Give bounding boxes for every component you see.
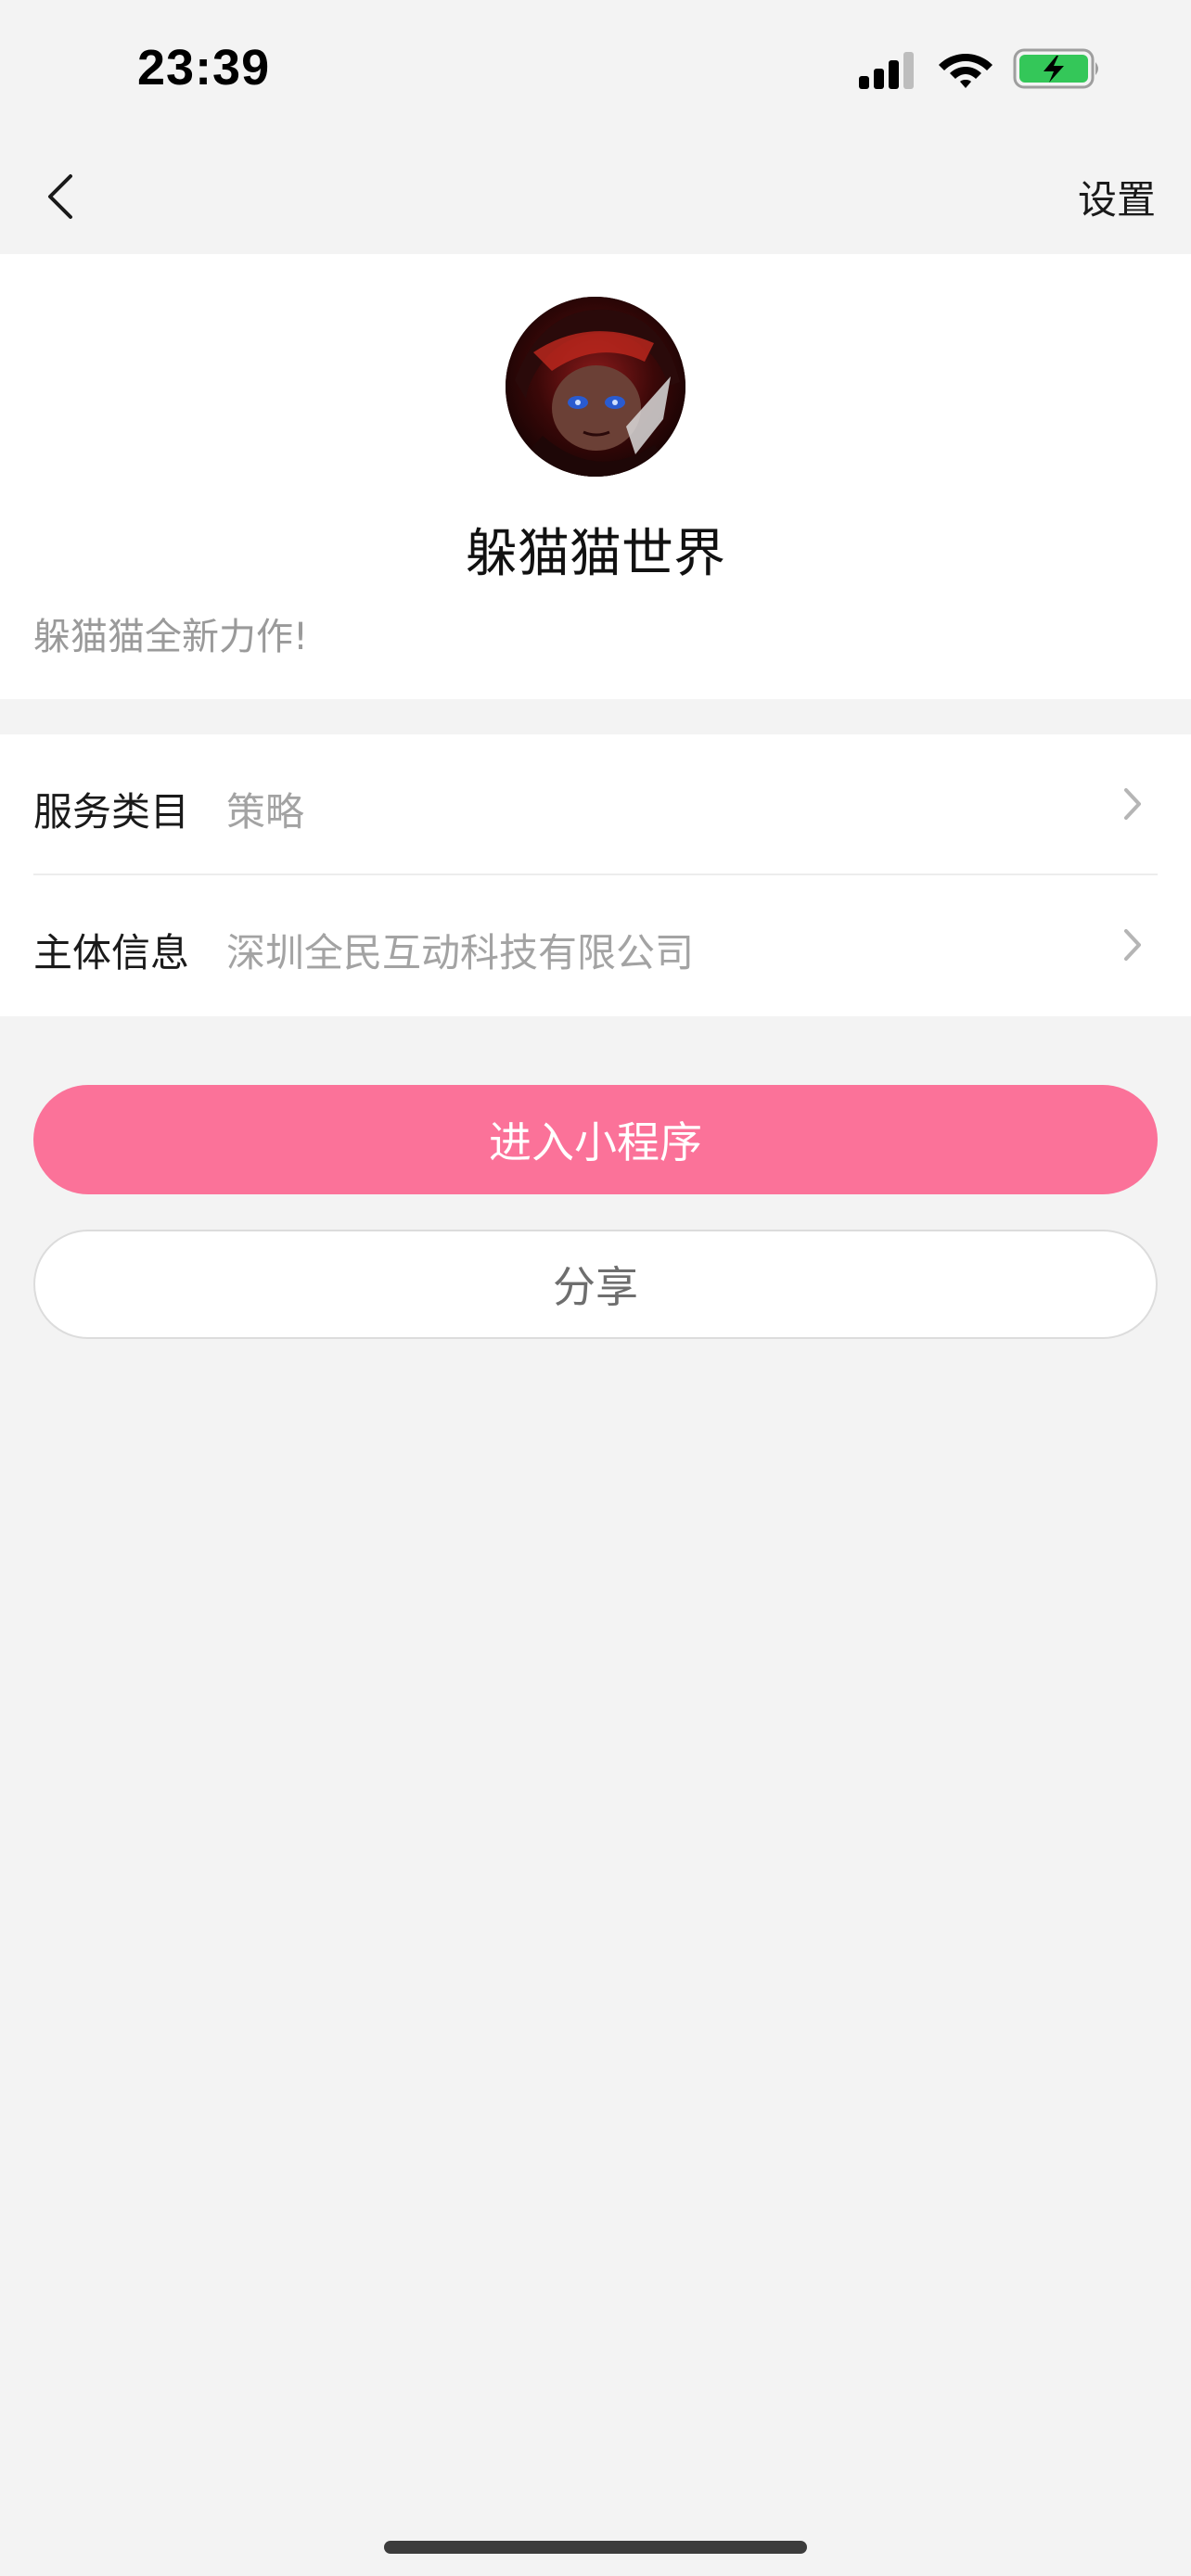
- battery-charging-icon: [1013, 48, 1098, 89]
- info-label: 服务类目: [33, 789, 190, 835]
- status-bar: 23:39: [0, 0, 1191, 139]
- chevron-left-icon[interactable]: [33, 167, 93, 226]
- chevron-right-icon: [1124, 929, 1141, 961]
- entity-info-row[interactable]: 主体信息 深圳全民互动科技有限公司: [0, 875, 1191, 1014]
- status-time: 23:39: [137, 40, 271, 96]
- share-button[interactable]: 分享: [33, 1230, 1158, 1339]
- app-description: 躲猫猫全新力作!: [33, 616, 309, 658]
- settings-button[interactable]: 设置: [1078, 169, 1156, 225]
- home-indicator[interactable]: [384, 2541, 807, 2554]
- service-category-row[interactable]: 服务类目 策略: [0, 734, 1191, 875]
- info-value: 策略: [226, 789, 305, 835]
- info-value: 深圳全民互动科技有限公司: [226, 930, 695, 976]
- wifi-icon: [939, 54, 992, 88]
- cellular-signal-icon: [859, 52, 914, 89]
- info-label: 主体信息: [33, 930, 190, 976]
- app-header-card: 躲猫猫世界 躲猫猫全新力作!: [0, 254, 1191, 699]
- avatar-illustration: [506, 297, 685, 477]
- app-name: 躲猫猫世界: [466, 524, 725, 584]
- nav-bar: 设置: [0, 139, 1191, 254]
- enter-mini-program-button[interactable]: 进入小程序: [33, 1085, 1158, 1194]
- info-list: 服务类目 策略 主体信息 深圳全民互动科技有限公司: [0, 734, 1191, 1016]
- app-avatar: [506, 297, 685, 477]
- chevron-right-icon: [1124, 788, 1141, 820]
- mini-program-profile-page: 23:39 设置 躲猫猫世界 躲猫猫全新力作! 服务类目 策略 主体信息 深圳全…: [0, 0, 1191, 2576]
